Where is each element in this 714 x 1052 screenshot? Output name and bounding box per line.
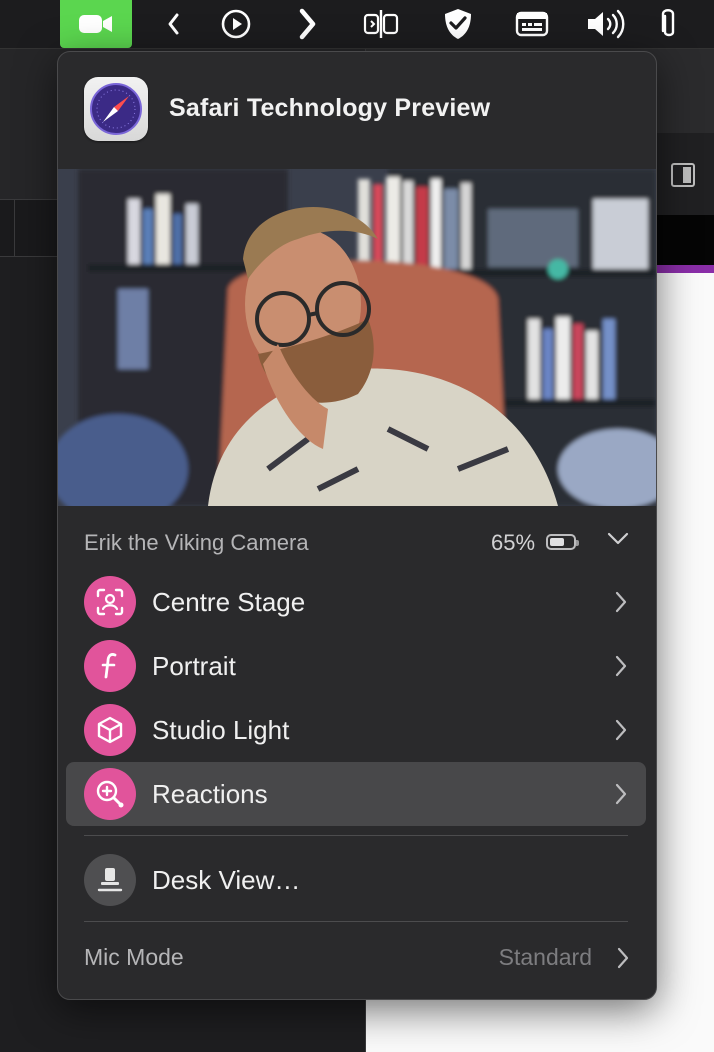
app-name: Safari Technology Preview bbox=[169, 94, 491, 122]
battery-percent: 65% bbox=[491, 530, 536, 555]
menu-item-desk-view[interactable]: Desk View… bbox=[66, 848, 646, 912]
chevron-right-icon bbox=[614, 654, 628, 683]
cube-icon bbox=[84, 704, 136, 756]
chevron-right-icon bbox=[614, 782, 628, 811]
menu-item-reactions[interactable]: Reactions bbox=[66, 762, 646, 826]
app-header: Safari Technology Preview bbox=[58, 52, 656, 169]
menu-item-studio-light[interactable]: Studio Light bbox=[66, 698, 646, 762]
menu-item-label: Desk View… bbox=[152, 865, 301, 895]
reactions-icon bbox=[84, 768, 136, 820]
camera-menu-popover: Safari Technology Preview Erik the Vikin… bbox=[57, 51, 657, 1000]
shield-check-icon[interactable] bbox=[440, 0, 476, 48]
centre-stage-icon bbox=[84, 576, 136, 628]
mic-mode-value: Standard bbox=[498, 944, 592, 970]
tab-divider bbox=[14, 200, 15, 256]
portrait-f-icon bbox=[84, 640, 136, 692]
mic-mode-label: Mic Mode bbox=[84, 944, 184, 970]
safari-technology-preview-icon bbox=[84, 77, 148, 141]
camera-name: Erik the Viking Camera bbox=[84, 530, 309, 555]
menu-item-label: Reactions bbox=[152, 779, 268, 809]
menu-item-portrait[interactable]: Portrait bbox=[66, 634, 646, 698]
back-icon[interactable] bbox=[160, 0, 186, 48]
camera-source-row[interactable]: Erik the Viking Camera 65% bbox=[58, 526, 656, 562]
paperclip-icon[interactable] bbox=[656, 0, 682, 48]
menu-item-label: Studio Light bbox=[152, 715, 290, 745]
menu-item-label: Centre Stage bbox=[152, 587, 306, 617]
keyboard-icon[interactable] bbox=[514, 0, 550, 48]
chevron-down-icon[interactable] bbox=[607, 532, 629, 551]
camera-preview bbox=[58, 169, 656, 506]
chevron-right-icon bbox=[614, 718, 628, 747]
battery-nub bbox=[576, 540, 579, 546]
battery-fill bbox=[550, 538, 564, 546]
menu-item-label: Portrait bbox=[152, 651, 236, 681]
video-camera-icon[interactable] bbox=[60, 0, 132, 48]
split-view-icon[interactable] bbox=[362, 0, 400, 48]
camera-preview-image bbox=[58, 169, 656, 506]
menu-separator bbox=[84, 921, 628, 922]
play-icon[interactable] bbox=[218, 0, 254, 48]
battery-icon bbox=[546, 534, 579, 550]
menu-item-centre-stage[interactable]: Centre Stage bbox=[66, 570, 646, 634]
menu-bar bbox=[0, 0, 714, 49]
menu-separator bbox=[84, 835, 628, 836]
speaker-icon[interactable] bbox=[584, 0, 628, 48]
mic-mode-row[interactable]: Mic Mode Standard bbox=[58, 940, 656, 980]
forward-icon[interactable] bbox=[293, 0, 323, 48]
chevron-right-icon bbox=[616, 946, 630, 975]
desk-view-icon bbox=[84, 854, 136, 906]
sidebar-toggle-icon[interactable] bbox=[671, 163, 695, 187]
chevron-right-icon bbox=[614, 590, 628, 619]
